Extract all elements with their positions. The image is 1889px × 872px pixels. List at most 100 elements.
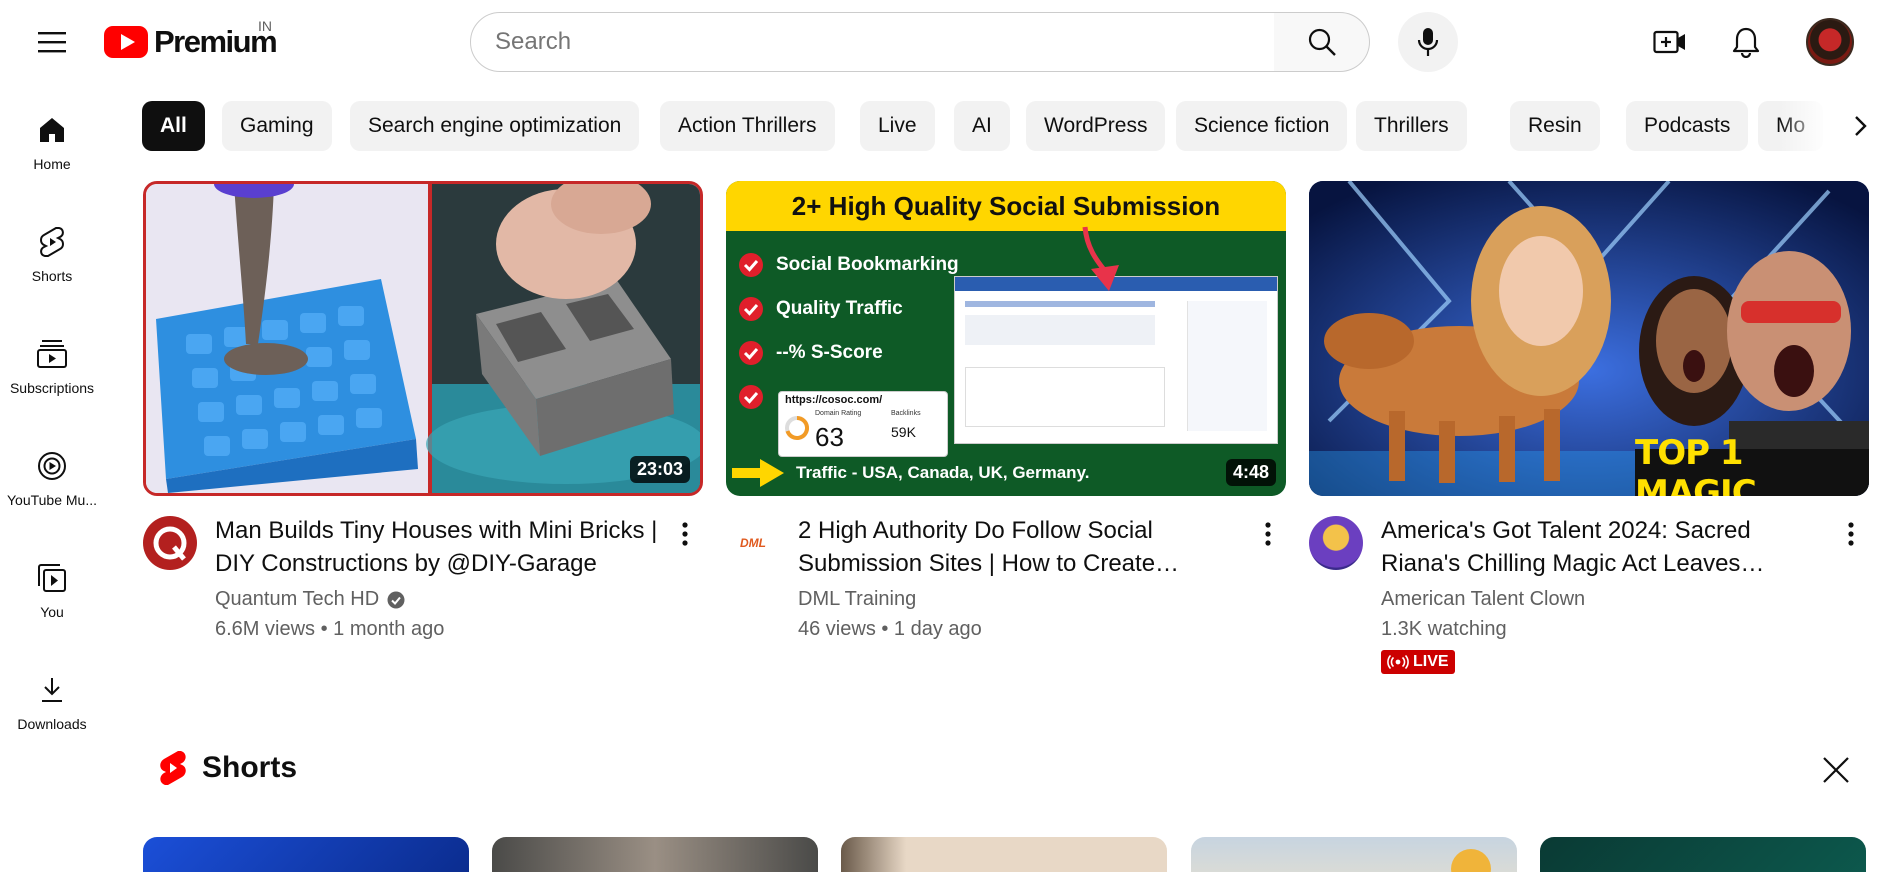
chips-next-button[interactable]	[1838, 104, 1882, 148]
sidebar-item-downloads[interactable]: Downloads	[0, 660, 104, 760]
short-thumbnail[interactable]	[1540, 837, 1866, 872]
youtube-music-icon	[38, 452, 66, 480]
region-code: IN	[258, 18, 272, 34]
channel-avatar[interactable]: DML	[726, 516, 780, 570]
chip-all[interactable]: All	[142, 101, 205, 151]
video-duration: 23:03	[629, 456, 690, 483]
chip-resin[interactable]: Resin	[1510, 101, 1600, 151]
checklist-text: Social Bookmarking	[776, 254, 959, 275]
chip-thrillers[interactable]: Thrillers	[1356, 101, 1467, 151]
channel-avatar[interactable]	[1309, 516, 1363, 570]
shorts-shelf-header: Shorts	[158, 750, 297, 786]
chip-action-thrillers[interactable]: Action Thrillers	[660, 101, 835, 151]
shorts-title: Shorts	[202, 751, 298, 784]
video-meta: DML 2 High Authority Do Follow Social Su…	[726, 496, 1286, 666]
video-thumbnail[interactable]: 2+ High Quality Social Submission Social…	[726, 181, 1286, 496]
thumbnail-footer: Traffic - USA, Canada, UK, Germany.	[796, 463, 1090, 482]
domain-url: https://cosoc.com/	[785, 394, 883, 406]
video-title[interactable]: America's Got Talent 2024: Sacred Riana'…	[1381, 514, 1831, 580]
chip-search-engine-optimization[interactable]: Search engine optimization	[350, 101, 640, 151]
video-meta: Man Builds Tiny Houses with Mini Bricks …	[143, 496, 703, 666]
video-menu-button[interactable]	[667, 516, 703, 552]
channel-name-link[interactable]: American Talent Clown	[1381, 588, 1585, 611]
video-title[interactable]: Man Builds Tiny Houses with Mini Bricks …	[215, 514, 665, 580]
download-icon	[42, 678, 62, 702]
sidebar-item-you[interactable]: You	[0, 548, 104, 648]
checklist-item: Social Bookmarking	[738, 243, 959, 287]
video-card: 23:03 Man Builds Tiny Houses with Mini B…	[143, 181, 703, 666]
channel-avatar[interactable]	[143, 516, 197, 570]
search-input[interactable]	[495, 28, 1250, 56]
thumbnail-overlay-box: TOP 1 MAGIC	[1635, 433, 1869, 496]
search-icon	[1308, 28, 1336, 56]
search-button[interactable]	[1274, 12, 1370, 72]
video-stats: 6.6M views • 1 month ago	[215, 618, 445, 640]
create-button[interactable]	[1648, 20, 1692, 64]
shorts-dismiss-button[interactable]	[1816, 750, 1856, 790]
video-thumbnail[interactable]: TOP 1 MAGIC	[1309, 181, 1869, 496]
chip-podcasts[interactable]: Podcasts	[1626, 101, 1749, 151]
menu-button[interactable]	[30, 20, 74, 64]
checklist-text: --% S-Score	[776, 342, 883, 363]
bell-icon	[1732, 27, 1760, 58]
sidebar-item-label: You	[40, 604, 64, 620]
domain-rating-label: Domain Rating	[815, 410, 862, 417]
yellow-arrow-icon	[732, 459, 784, 487]
channel-name-link[interactable]: DML Training	[798, 588, 916, 611]
video-stats: 1.3K watching	[1381, 618, 1507, 640]
sidebar-item-home[interactable]: Home	[0, 100, 104, 200]
thumbnail-image	[146, 184, 700, 493]
chip-wordpress[interactable]: WordPress	[1026, 101, 1166, 151]
home-icon	[40, 118, 64, 142]
domain-rating-value: 63	[815, 422, 844, 452]
live-badge: LIVE	[1381, 650, 1455, 674]
channel-name-link[interactable]: Quantum Tech HD	[215, 588, 405, 611]
notifications-button[interactable]	[1724, 20, 1768, 64]
video-thumbnail[interactable]: 23:03	[143, 181, 703, 496]
channel-avatar-text: DML	[740, 536, 766, 550]
masthead: Premium IN	[0, 0, 1889, 84]
short-thumbnail[interactable]	[143, 837, 469, 872]
youtube-logo-icon	[104, 26, 148, 58]
you-icon	[38, 564, 66, 592]
backlinks-value: 59K	[891, 424, 916, 440]
red-check-icon	[739, 385, 763, 409]
sidebar-item-label: Shorts	[31, 268, 73, 284]
short-thumbnail[interactable]	[1191, 837, 1517, 872]
voice-search-button[interactable]	[1398, 12, 1458, 72]
more-vert-icon	[1848, 522, 1854, 546]
thumbnail-screenshot	[954, 226, 1278, 444]
more-vert-icon	[682, 522, 688, 546]
red-check-icon	[739, 297, 763, 321]
video-card: TOP 1 MAGIC America's Got Talent 2024: S…	[1309, 181, 1869, 674]
video-menu-button[interactable]	[1250, 516, 1286, 552]
sidebar-item-shorts[interactable]: Shorts	[0, 212, 104, 312]
backlinks-label: Backlinks	[891, 410, 921, 417]
chevron-right-icon	[1855, 116, 1867, 136]
shorts-logo-icon	[160, 751, 186, 785]
video-camera-plus-icon	[1653, 30, 1685, 54]
youtube-premium-logo[interactable]: Premium	[104, 20, 278, 64]
subscriptions-icon	[37, 340, 67, 368]
chip-live[interactable]: Live	[860, 101, 935, 151]
video-stats: 46 views • 1 day ago	[798, 618, 982, 640]
live-label: LIVE	[1413, 653, 1449, 670]
account-avatar[interactable]	[1806, 18, 1854, 66]
video-title[interactable]: 2 High Authority Do Follow Social Submis…	[798, 514, 1248, 580]
chip-science-fiction[interactable]: Science fiction	[1176, 101, 1348, 151]
channel-name: Quantum Tech HD	[215, 588, 380, 610]
red-check-icon	[739, 341, 763, 365]
chip-ai[interactable]: AI	[954, 101, 1010, 151]
short-thumbnail[interactable]	[841, 837, 1167, 872]
sidebar-item-subscriptions[interactable]: Subscriptions	[0, 324, 104, 424]
checklist-item: Quality Traffic	[738, 287, 959, 331]
red-check-icon	[739, 253, 763, 277]
video-card: 2+ High Quality Social Submission Social…	[726, 181, 1286, 666]
short-thumbnail[interactable]	[492, 837, 818, 872]
sidebar-item-label: Home	[33, 156, 71, 172]
video-menu-button[interactable]	[1833, 516, 1869, 552]
thumbnail-headline: 2+ High Quality Social Submission	[791, 190, 1221, 221]
checklist-item: --% S-Score	[738, 331, 959, 375]
sidebar-item-youtube-music[interactable]: YouTube Mu...	[0, 436, 104, 536]
chip-gaming[interactable]: Gaming	[222, 101, 332, 151]
